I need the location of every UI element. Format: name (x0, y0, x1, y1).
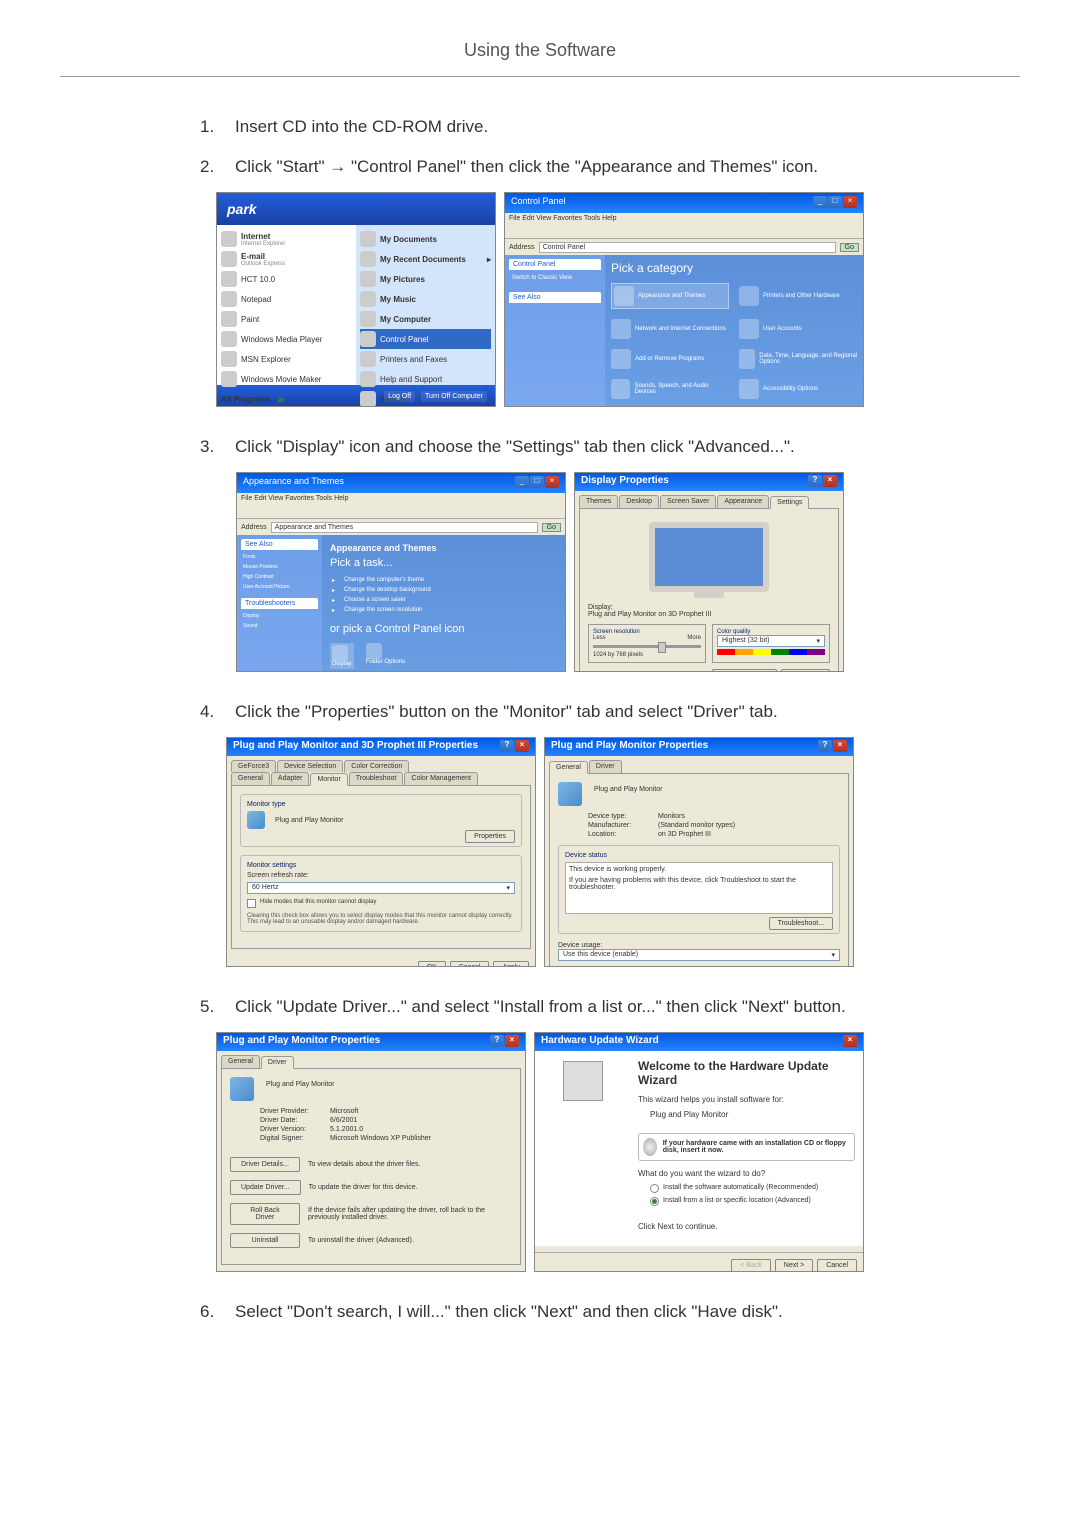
step-2: 2. Click "Start" → "Control Panel" then … (200, 157, 1020, 177)
wmp-icon (221, 331, 237, 347)
troubleshoot-button[interactable]: Troubleshoot... (769, 917, 833, 930)
screenshot-hardware-wizard: Hardware Update Wizard × Welcome to the … (534, 1032, 864, 1272)
cd-icon (643, 1138, 657, 1156)
step-3: 3. Click "Display" icon and choose the "… (200, 437, 1020, 457)
tab-general[interactable]: General (549, 761, 588, 774)
turnoff-button[interactable]: Turn Off Computer (421, 391, 487, 402)
screenshot-monitor-tab: Plug and Play Monitor and 3D Prophet III… (226, 737, 536, 967)
tab-desktop[interactable]: Desktop (619, 495, 659, 508)
help-icon (360, 371, 376, 387)
start-user: park (217, 193, 495, 225)
screenshot-control-panel: Control Panel _□× File Edit View Favorit… (504, 192, 864, 407)
search-icon (360, 391, 376, 407)
minimize-icon: _ (813, 196, 827, 208)
back-button: < Back (731, 1259, 771, 1272)
display-icon[interactable]: Display (330, 643, 354, 669)
update-driver-button[interactable]: Update Driver... (230, 1180, 301, 1195)
step-5: 5. Click "Update Driver..." and select "… (200, 997, 1020, 1017)
tab-monitor[interactable]: Monitor (310, 773, 347, 786)
step-1: 1. Insert CD into the CD-ROM drive. (200, 117, 1020, 137)
notepad-icon (221, 291, 237, 307)
close-icon: × (843, 196, 857, 208)
printers-icon (360, 351, 376, 367)
screenshot-display-properties: Display Properties ?× Themes Desktop Scr… (574, 472, 844, 672)
start-button[interactable]: start (217, 406, 259, 407)
controlpanel-icon[interactable] (360, 331, 376, 347)
tab-screensaver[interactable]: Screen Saver (660, 495, 716, 508)
hct-icon (221, 271, 237, 287)
step-4: 4. Click the "Properties" button on the … (200, 702, 1020, 722)
driver-details-button[interactable]: Driver Details... (230, 1157, 300, 1172)
step-6: 6. Select "Don't search, I will..." then… (200, 1302, 1020, 1322)
tab-driver-active[interactable]: Driver (261, 1056, 294, 1069)
msn-icon (221, 351, 237, 367)
tab-themes[interactable]: Themes (579, 495, 618, 508)
tab-settings[interactable]: Settings (770, 496, 809, 509)
screenshot-appearance-themes: Appearance and Themes _□× File Edit View… (236, 472, 566, 672)
advanced-button[interactable]: Advanced (781, 669, 830, 672)
wizard-cancel-button[interactable]: Cancel (817, 1259, 857, 1272)
screenshot-driver-tab: Plug and Play Monitor Properties ?× Gene… (216, 1032, 526, 1272)
properties-button[interactable]: Properties (465, 830, 515, 843)
pictures-icon (360, 271, 376, 287)
appearance-themes-category[interactable]: Appearance and Themes (611, 283, 729, 309)
moviemaker-icon (221, 371, 237, 387)
screenshot-pnp-general: Plug and Play Monitor Properties ?× Gene… (544, 737, 854, 967)
mycomputer-icon (360, 311, 376, 327)
ie-icon (221, 231, 237, 247)
troubleshoot-button[interactable]: Troubleshoot... (712, 669, 776, 672)
tab-driver[interactable]: Driver (589, 760, 622, 773)
paint-icon (221, 311, 237, 327)
email-icon (221, 251, 237, 267)
rollback-driver-button[interactable]: Roll Back Driver (230, 1203, 300, 1225)
screenshot-start-menu: park InternetInternet Explorer E-mailOut… (216, 192, 496, 407)
wizard-icon (563, 1061, 603, 1101)
tab-appearance[interactable]: Appearance (717, 495, 769, 508)
page-header: Using the Software (60, 40, 1020, 77)
maximize-icon: □ (828, 196, 842, 208)
install-list-radio[interactable] (650, 1197, 659, 1206)
logoff-button[interactable]: Log Off (384, 391, 415, 402)
recent-icon (360, 251, 376, 267)
music-icon (360, 291, 376, 307)
next-button[interactable]: Next > (775, 1259, 813, 1272)
uninstall-button[interactable]: Uninstall (230, 1233, 300, 1248)
mydocs-icon (360, 231, 376, 247)
